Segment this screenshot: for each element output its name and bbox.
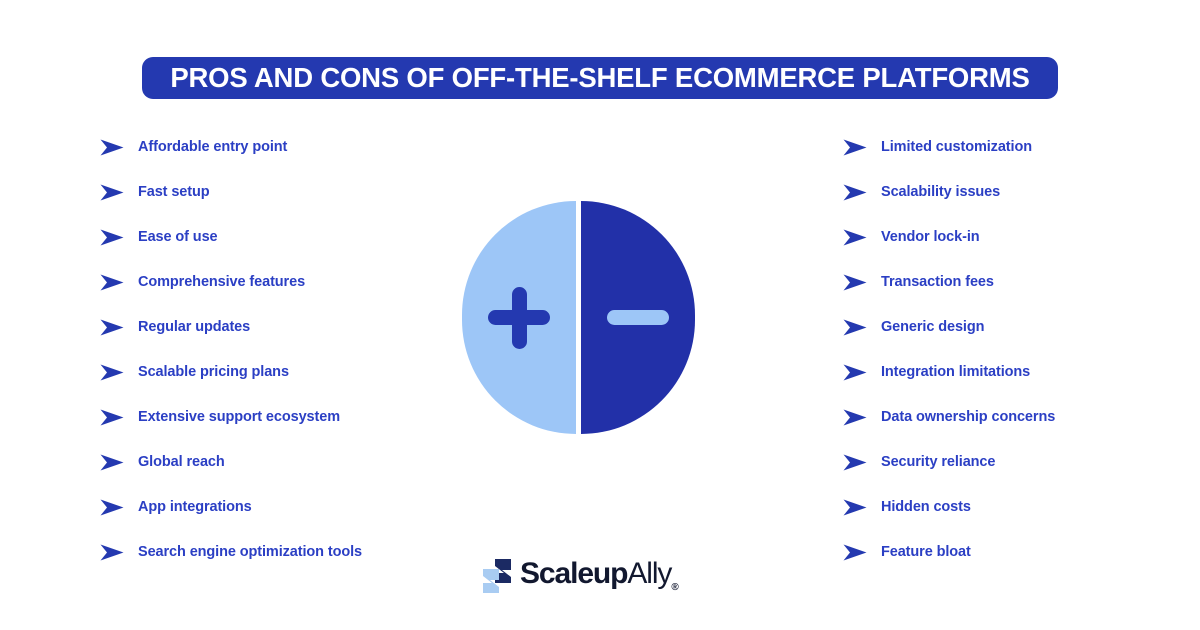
list-item-label: Limited customization <box>881 138 1032 155</box>
arrow-right-icon <box>100 364 124 380</box>
scaleupally-logo-text: ScaleupAlly® <box>520 559 679 593</box>
arrow-right-icon <box>100 274 124 290</box>
list-item-label: Generic design <box>881 318 985 335</box>
list-item-label: Vendor lock-in <box>881 228 980 245</box>
list-item: Affordable entry point <box>100 136 430 158</box>
list-item: Generic design <box>843 316 1183 338</box>
cons-list: Limited customization Scalability issues V… <box>843 136 1183 586</box>
list-item-label: Security reliance <box>881 453 996 470</box>
list-item: Limited customization <box>843 136 1183 158</box>
list-item-label: Feature bloat <box>881 543 971 560</box>
list-item-label: Search engine optimization tools <box>138 543 362 560</box>
arrow-right-icon <box>843 544 867 560</box>
list-item: Hidden costs <box>843 496 1183 518</box>
arrow-right-icon <box>843 454 867 470</box>
list-item: Vendor lock-in <box>843 226 1183 248</box>
list-item-label: Data ownership concerns <box>881 408 1056 425</box>
arrow-right-icon <box>843 229 867 245</box>
list-item-label: Affordable entry point <box>138 138 288 155</box>
list-item-label: App integrations <box>138 498 252 515</box>
registered-trademark-icon: ® <box>671 582 679 593</box>
list-item: Integration limitations <box>843 361 1183 383</box>
minus-icon-bar <box>607 310 669 325</box>
arrow-right-icon <box>100 184 124 200</box>
list-item: Feature bloat <box>843 541 1183 563</box>
arrow-right-icon <box>100 544 124 560</box>
list-item-label: Comprehensive features <box>138 273 306 290</box>
list-item: Extensive support ecosystem <box>100 406 430 428</box>
list-item: Security reliance <box>843 451 1183 473</box>
list-item: App integrations <box>100 496 430 518</box>
arrow-right-icon <box>100 499 124 515</box>
pros-list: Affordable entry point Fast setup Ease of … <box>100 136 430 586</box>
scaleupally-logo: ScaleupAlly® <box>480 556 679 596</box>
arrow-right-icon <box>843 274 867 290</box>
list-item-label: Integration limitations <box>881 363 1031 380</box>
list-item: Fast setup <box>100 181 430 203</box>
list-item: Scalability issues <box>843 181 1183 203</box>
arrow-right-icon <box>100 319 124 335</box>
list-item-label: Extensive support ecosystem <box>138 408 340 425</box>
list-item: Transaction fees <box>843 271 1183 293</box>
arrow-right-icon <box>843 319 867 335</box>
list-item-label: Hidden costs <box>881 498 971 515</box>
list-item: Regular updates <box>100 316 430 338</box>
circle-half-pros <box>462 201 576 434</box>
list-item: Global reach <box>100 451 430 473</box>
plus-icon-vertical-bar <box>511 286 527 349</box>
circle-half-cons <box>581 201 695 434</box>
page-title-banner: PROS AND CONS OF OFF-THE-SHELF ECOMMERCE… <box>142 57 1058 99</box>
list-item-label: Scalability issues <box>881 183 1001 200</box>
arrow-right-icon <box>100 139 124 155</box>
scaleupally-logo-mark-icon <box>483 559 511 593</box>
list-item: Data ownership concerns <box>843 406 1183 428</box>
arrow-right-icon <box>843 364 867 380</box>
list-item: Search engine optimization tools <box>100 541 430 563</box>
pros-cons-circle-graphic <box>462 201 695 434</box>
arrow-right-icon <box>843 409 867 425</box>
list-item: Ease of use <box>100 226 430 248</box>
list-item-label: Global reach <box>138 453 225 470</box>
arrow-right-icon <box>843 139 867 155</box>
arrow-right-icon <box>843 499 867 515</box>
page-title: PROS AND CONS OF OFF-THE-SHELF ECOMMERCE… <box>170 62 1030 94</box>
logo-word-scaleup: Scaleup <box>520 557 628 590</box>
list-item: Comprehensive features <box>100 271 430 293</box>
logo-word-ally: Ally <box>627 557 672 590</box>
arrow-right-icon <box>843 184 867 200</box>
list-item: Scalable pricing plans <box>100 361 430 383</box>
arrow-right-icon <box>100 409 124 425</box>
arrow-right-icon <box>100 454 124 470</box>
arrow-right-icon <box>100 229 124 245</box>
list-item-label: Fast setup <box>138 183 210 200</box>
list-item-label: Transaction fees <box>881 273 994 290</box>
list-item-label: Ease of use <box>138 228 218 245</box>
list-item-label: Scalable pricing plans <box>138 363 289 380</box>
list-item-label: Regular updates <box>138 318 251 335</box>
